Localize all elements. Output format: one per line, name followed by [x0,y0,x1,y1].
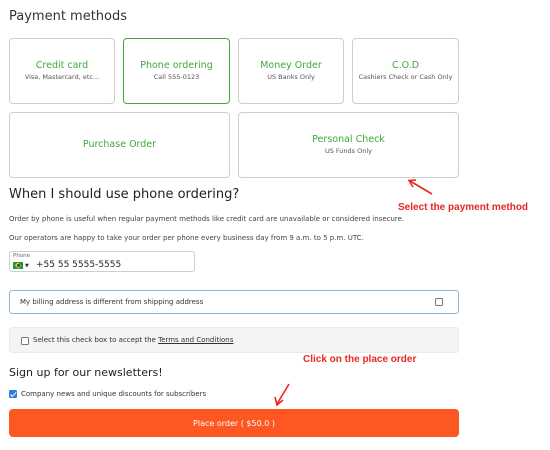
terms-checkbox[interactable] [21,337,29,345]
billing-address-checkbox[interactable] [435,298,443,306]
phone-ordering-heading: When I should use phone ordering? [9,187,240,202]
brazil-flag-icon[interactable] [13,262,23,269]
billing-address-option[interactable]: My billing address is different from shi… [9,290,459,314]
card-subtitle: US Banks Only [267,73,315,81]
phone-label: Phone [13,253,31,259]
info-paragraph-1: Order by phone is useful when regular pa… [9,215,405,223]
phone-field[interactable]: Phone ▼ +55 55 5555-5555 [9,251,195,272]
billing-address-label: My billing address is different from shi… [20,298,204,306]
payment-methods-heading: Payment methods [9,9,128,24]
payment-card-credit-card[interactable]: Credit card Visa, Mastercard, etc... [9,38,115,104]
payment-card-cod[interactable]: C.O.D Cashiers Check or Cash Only [352,38,459,104]
card-title: Money Order [260,60,322,71]
card-title: Phone ordering [140,60,213,71]
payment-card-purchase-order[interactable]: Purchase Order [9,112,230,178]
card-title: Personal Check [312,134,385,145]
card-title: Credit card [35,60,89,71]
annotation-place-order: Click on the place order [303,354,417,365]
place-order-button[interactable]: Place order ( $50.0 ) [9,409,459,437]
card-subtitle: Visa, Mastercard, etc... [24,73,100,81]
payment-card-personal-check[interactable]: Personal Check US Funds Only [238,112,459,178]
annotation-select-payment: Select the payment method [398,202,529,213]
newsletter-heading: Sign up for our newsletters! [9,366,163,379]
card-title: C.O.D [391,60,420,71]
newsletter-option-label: Company news and unique discounts for su… [21,390,207,398]
newsletter-checkbox[interactable] [9,390,17,398]
payment-card-phone-ordering[interactable]: Phone ordering Call 555-0123 [123,38,230,104]
payment-card-money-order[interactable]: Money Order US Banks Only [238,38,344,104]
info-paragraph-2: Our operators are happy to take your ord… [9,234,364,242]
card-subtitle: US Funds Only [324,147,373,155]
chevron-down-icon[interactable]: ▼ [25,263,29,269]
phone-value[interactable]: +55 55 5555-5555 [36,260,121,270]
annotation-arrow-icon [274,383,290,407]
terms-link[interactable]: Terms and Conditions [158,336,233,344]
card-subtitle: Cashiers Check or Cash Only [358,73,453,81]
annotation-arrow-icon [407,179,433,195]
card-subtitle: Call 555-0123 [153,73,200,81]
terms-text: Select this check box to accept the Term… [33,336,233,344]
terms-prefix: Select this check box to accept the [33,336,159,344]
terms-option[interactable]: Select this check box to accept the Term… [9,327,459,353]
card-title: Purchase Order [82,139,157,150]
